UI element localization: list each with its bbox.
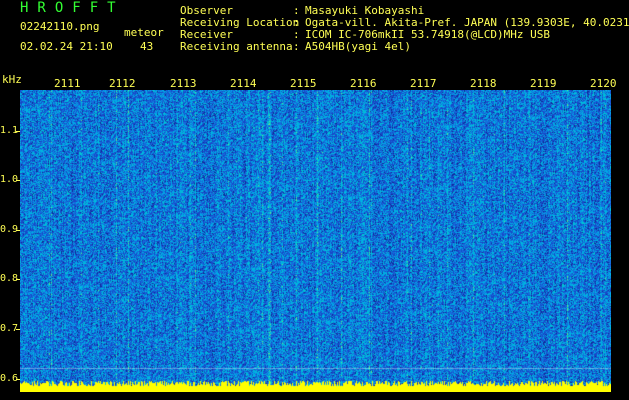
time-tick-label: 2112 <box>109 77 136 90</box>
spectrogram-image <box>20 90 611 392</box>
time-tick-label: 2119 <box>530 77 557 90</box>
time-axis: 2111 2112 2113 2114 2115 2116 2117 2118 … <box>20 77 617 90</box>
time-tick-label: 2113 <box>170 77 197 90</box>
time-tick-label: 2115 <box>290 77 317 90</box>
time-tick-label: 2111 <box>54 77 81 90</box>
time-tick-label: 2117 <box>410 77 437 90</box>
meteor-label: meteor <box>124 26 164 39</box>
timestamp: 02.02.24 21:10 <box>20 40 113 53</box>
app-title: HROFFT <box>20 0 125 16</box>
freq-axis-unit: kHz <box>2 73 22 86</box>
time-tick-label: 2114 <box>230 77 257 90</box>
time-tick-label: 2118 <box>470 77 497 90</box>
time-tick-label: 2120 <box>590 77 617 90</box>
antenna-label: Receiving antenna <box>180 40 293 53</box>
meteor-count: 43 <box>140 40 154 53</box>
antenna-value: A504HB(yagi 4el) <box>305 40 411 53</box>
time-tick-label: 2116 <box>350 77 377 90</box>
antenna-colon: : <box>293 40 300 53</box>
file-name: 02242110.png <box>20 20 100 33</box>
spectrogram-plot <box>20 90 611 392</box>
